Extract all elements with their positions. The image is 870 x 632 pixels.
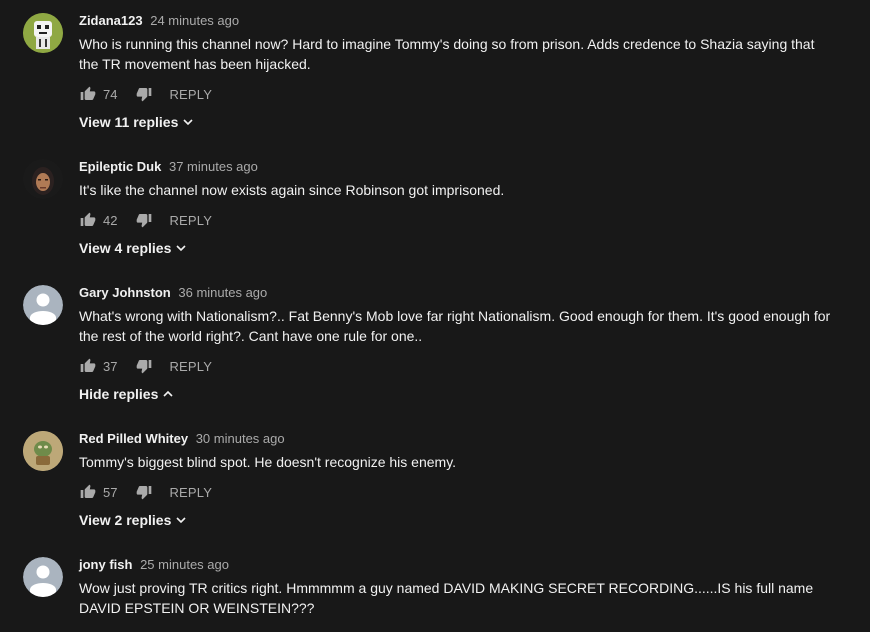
comment-text-line: Who is running this channel now? Hard to…	[79, 36, 815, 52]
author-name[interactable]: Zidana123	[79, 13, 143, 28]
comment-text-line: What's wrong with Nationalism?.. Fat Ben…	[79, 308, 831, 324]
comment-text-line: It's like the channel now exists again s…	[79, 182, 505, 198]
author-name[interactable]: Gary Johnston	[79, 285, 171, 300]
comment-header: jony fish 25 minutes ago	[79, 556, 229, 574]
avatar[interactable]	[23, 557, 63, 597]
thumbs-up-icon	[80, 358, 96, 372]
comment-header: Zidana123 24 minutes ago	[79, 12, 239, 30]
comment-actions: 74 REPLY	[79, 84, 212, 104]
comment-text-line: the TR movement has been hijacked.	[79, 56, 311, 72]
comment-timestamp[interactable]: 37 minutes ago	[169, 159, 258, 174]
thumbs-down-icon	[137, 88, 152, 102]
comment-text: It's like the channel now exists again s…	[79, 180, 849, 200]
like-count: 74	[103, 86, 118, 102]
avatar[interactable]	[23, 13, 63, 53]
dislike-button[interactable]	[135, 85, 153, 103]
reply-button[interactable]: REPLY	[169, 87, 212, 102]
thumbs-down-icon	[137, 360, 152, 374]
comment-text: What's wrong with Nationalism?.. Fat Ben…	[79, 306, 849, 346]
comment-timestamp[interactable]: 24 minutes ago	[150, 13, 239, 28]
chevron-down-icon	[182, 116, 194, 128]
comment-text-line: DAVID EPSTEIN OR WEINSTEIN???	[79, 600, 315, 616]
reply-button[interactable]: REPLY	[169, 485, 212, 500]
like-count: 57	[103, 484, 118, 500]
like-button[interactable]	[79, 85, 97, 103]
view-replies-button[interactable]: View 2 replies	[79, 510, 187, 530]
replies-toggle-label: View 2 replies	[79, 512, 172, 528]
comment-timestamp[interactable]: 36 minutes ago	[178, 285, 267, 300]
author-name[interactable]: Red Pilled Whitey	[79, 431, 188, 446]
comment-text: Tommy's biggest blind spot. He doesn't r…	[79, 452, 849, 472]
thumbs-up-icon	[80, 86, 96, 100]
like-count: 42	[103, 212, 118, 228]
comment-text: Who is running this channel now? Hard to…	[79, 34, 849, 74]
replies-toggle-label: View 11 replies	[79, 114, 179, 130]
comment-text: Wow just proving TR critics right. Hmmmm…	[79, 578, 849, 618]
reply-button[interactable]: REPLY	[169, 359, 212, 374]
thumbs-down-icon	[137, 486, 152, 500]
replies-toggle-label: View 4 replies	[79, 240, 172, 256]
comment-header: Epileptic Duk 37 minutes ago	[79, 158, 258, 176]
replies-toggle-label: Hide replies	[79, 386, 159, 402]
view-replies-button[interactable]: View 4 replies	[79, 238, 187, 258]
avatar-image-icon	[23, 13, 63, 53]
avatar[interactable]	[23, 159, 63, 199]
thumbs-down-icon	[137, 214, 152, 228]
like-button[interactable]	[79, 357, 97, 375]
comment-actions: 37 REPLY	[79, 356, 212, 376]
dislike-button[interactable]	[135, 211, 153, 229]
avatar-image-icon	[23, 159, 63, 199]
default-avatar-icon	[23, 557, 63, 597]
thumbs-up-icon	[80, 212, 96, 226]
author-name[interactable]: jony fish	[79, 557, 132, 572]
comment-header: Gary Johnston 36 minutes ago	[79, 284, 267, 302]
comment-text-line: the rest of the world right?. Cant have …	[79, 328, 423, 344]
comment-timestamp[interactable]: 25 minutes ago	[140, 557, 229, 572]
like-button[interactable]	[79, 211, 97, 229]
comment-actions: 57 REPLY	[79, 482, 212, 502]
avatar-image-icon	[23, 431, 63, 471]
author-name[interactable]: Epileptic Duk	[79, 159, 161, 174]
comment-timestamp[interactable]: 30 minutes ago	[196, 431, 285, 446]
like-count: 37	[103, 358, 118, 374]
comment-text-line: Tommy's biggest blind spot. He doesn't r…	[79, 454, 457, 470]
reply-button[interactable]: REPLY	[169, 213, 212, 228]
comments-section: Zidana123 24 minutes ago Who is running …	[0, 0, 870, 632]
comment-actions: 42 REPLY	[79, 210, 212, 230]
default-avatar-icon	[23, 285, 63, 325]
thumbs-up-icon	[80, 484, 96, 498]
chevron-down-icon	[175, 514, 187, 526]
dislike-button[interactable]	[135, 357, 153, 375]
comment-text-line: Wow just proving TR critics right. Hmmmm…	[79, 580, 814, 596]
dislike-button[interactable]	[135, 483, 153, 501]
avatar[interactable]	[23, 431, 63, 471]
chevron-up-icon	[162, 388, 174, 400]
view-replies-button[interactable]: View 11 replies	[79, 112, 194, 132]
comment-header: Red Pilled Whitey 30 minutes ago	[79, 430, 285, 448]
hide-replies-button[interactable]: Hide replies	[79, 384, 174, 404]
chevron-down-icon	[175, 242, 187, 254]
like-button[interactable]	[79, 483, 97, 501]
avatar[interactable]	[23, 285, 63, 325]
